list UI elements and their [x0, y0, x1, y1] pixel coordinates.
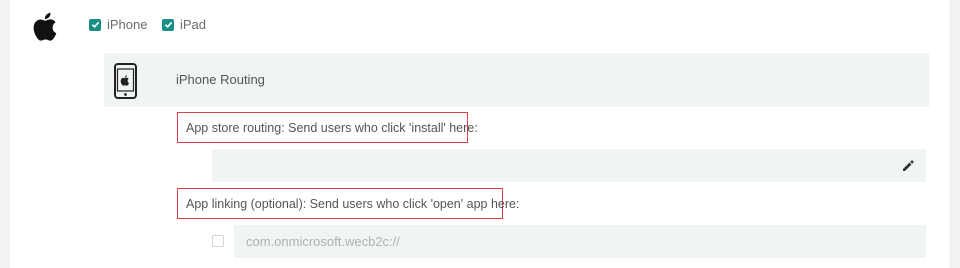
edit-icon[interactable]	[902, 160, 914, 172]
app-linking-label: App linking (optional): Send users who c…	[177, 188, 519, 219]
ipad-checkbox[interactable]	[162, 18, 174, 31]
app-store-routing-label: App store routing: Send users who click …	[177, 112, 478, 143]
platform-ipad[interactable]: iPad	[162, 17, 206, 32]
iphone-routing-header: iPhone Routing	[104, 53, 929, 107]
checkmark-icon	[164, 21, 172, 29]
app-linking-checkbox[interactable]	[212, 235, 224, 247]
iphone-label: iPhone	[107, 17, 148, 32]
apple-icon	[33, 12, 57, 41]
app-store-url-field[interactable]	[212, 149, 926, 182]
smartphone-icon	[114, 63, 137, 99]
iphone-checkbox[interactable]	[89, 18, 101, 31]
app-linking-url-field[interactable]	[234, 225, 926, 258]
platform-iphone[interactable]: iPhone	[89, 17, 147, 32]
checkmark-icon	[91, 21, 99, 29]
ipad-label: iPad	[180, 17, 207, 32]
routing-title: iPhone Routing	[176, 72, 265, 87]
